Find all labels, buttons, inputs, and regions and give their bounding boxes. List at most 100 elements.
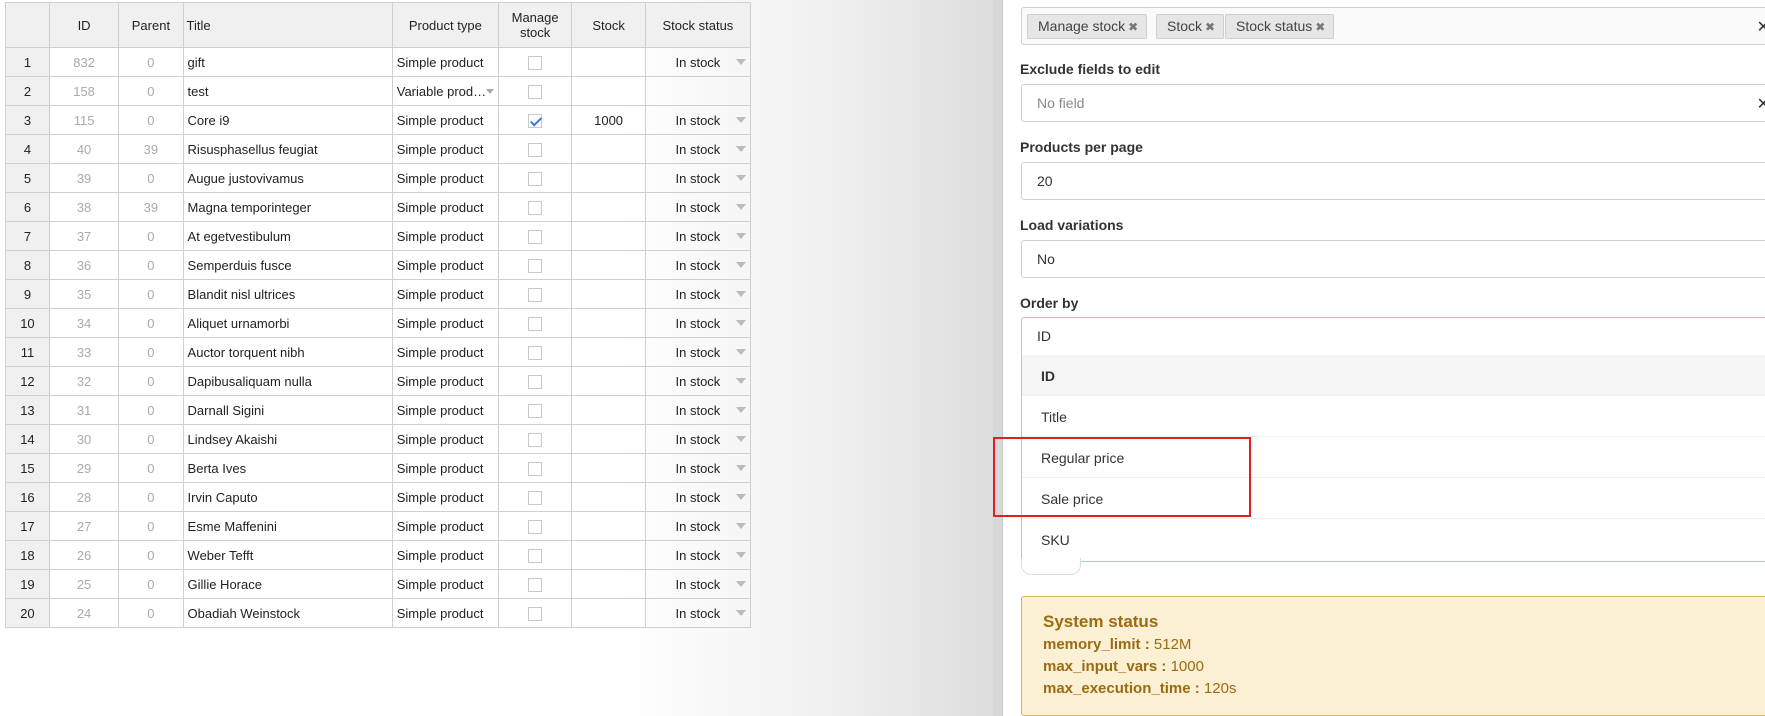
cell-title[interactable]: Augue justovivamus [182,163,393,193]
cell-manage-stock[interactable] [497,511,573,541]
cell-id[interactable]: 38 [48,192,120,222]
manage-stock-checkbox[interactable] [528,84,543,99]
cell-manage-stock[interactable] [497,192,573,222]
manage-stock-checkbox[interactable] [528,113,543,128]
chevron-down-icon[interactable] [736,233,746,239]
cell-product-type[interactable]: Simple product [391,105,499,135]
cell-stock-status[interactable]: In stock [644,134,752,164]
remove-tag-icon[interactable]: ✖ [1205,20,1215,34]
cell-stock-status[interactable]: In stock [644,366,752,396]
cell-stock[interactable] [571,453,646,483]
cell-stock[interactable] [571,308,646,338]
cell-id[interactable]: 25 [48,569,120,599]
cell-manage-stock[interactable] [497,482,573,512]
row-number[interactable]: 19 [5,569,50,599]
manage-stock-checkbox[interactable] [528,171,543,186]
cell-parent[interactable]: 0 [118,424,184,454]
row-number[interactable]: 9 [5,279,50,309]
cell-stock[interactable] [571,482,646,512]
order-option-id[interactable]: ID [1022,355,1765,396]
cell-title[interactable]: Blandit nisl ultrices [182,279,393,309]
cell-product-type[interactable]: Simple product [391,250,499,280]
row-number[interactable]: 3 [5,105,50,135]
manage-stock-checkbox[interactable] [528,316,543,331]
cell-manage-stock[interactable] [497,308,573,338]
cell-stock-status[interactable]: In stock [644,192,752,222]
manage-stock-checkbox[interactable] [528,577,543,592]
cell-parent[interactable]: 0 [118,337,184,367]
cell-id[interactable]: 37 [48,221,120,251]
cell-stock[interactable] [571,598,646,628]
cell-parent[interactable]: 0 [118,221,184,251]
cell-id[interactable]: 39 [48,163,120,193]
cell-title[interactable]: Berta Ives [182,453,393,483]
manage-stock-checkbox[interactable] [528,374,543,389]
cell-id[interactable]: 24 [48,598,120,628]
cell-stock-status[interactable]: In stock [644,250,752,280]
row-number[interactable]: 8 [5,250,50,280]
cell-title[interactable]: test [182,76,393,106]
manage-stock-checkbox[interactable] [528,55,543,70]
manage-stock-checkbox[interactable] [528,142,543,157]
cell-manage-stock[interactable] [497,279,573,309]
cell-title[interactable]: Weber Tefft [182,540,393,570]
row-number[interactable]: 20 [5,598,50,628]
row-number[interactable]: 2 [5,76,50,106]
chevron-down-icon[interactable] [736,465,746,471]
cell-id[interactable]: 33 [48,337,120,367]
cell-title[interactable]: gift [182,47,393,77]
cell-id[interactable]: 115 [48,105,120,135]
clear-exclude-icon[interactable]: ✕ [1757,94,1765,114]
cell-title[interactable]: Obadiah Weinstock [182,598,393,628]
row-number[interactable]: 13 [5,395,50,425]
manage-stock-checkbox[interactable] [528,548,543,563]
cell-id[interactable]: 34 [48,308,120,338]
cell-product-type[interactable]: Simple product [391,540,499,570]
chevron-down-icon[interactable] [736,262,746,268]
cell-parent[interactable]: 0 [118,598,184,628]
cell-manage-stock[interactable] [497,47,573,77]
row-number[interactable]: 18 [5,540,50,570]
cell-id[interactable]: 26 [48,540,120,570]
cell-title[interactable]: Auctor torquent nibh [182,337,393,367]
manage-stock-checkbox[interactable] [528,432,543,447]
cell-stock[interactable] [571,192,646,222]
cell-title[interactable]: Semperduis fusce [182,250,393,280]
cell-title[interactable]: Darnall Sigini [182,395,393,425]
cell-manage-stock[interactable] [497,453,573,483]
cell-manage-stock[interactable] [497,221,573,251]
cell-stock[interactable] [571,279,646,309]
chevron-down-icon[interactable] [736,349,746,355]
cell-parent[interactable]: 0 [118,76,184,106]
chevron-down-icon[interactable] [485,89,494,94]
cell-stock-status[interactable]: In stock [644,511,752,541]
cell-stock[interactable] [571,134,646,164]
cell-id[interactable]: 40 [48,134,120,164]
manage-stock-checkbox[interactable] [528,258,543,273]
manage-stock-checkbox[interactable] [528,200,543,215]
cell-parent[interactable]: 0 [118,163,184,193]
row-number[interactable]: 5 [5,163,50,193]
cell-stock[interactable] [571,540,646,570]
cell-id[interactable]: 158 [48,76,120,106]
cell-manage-stock[interactable] [497,163,573,193]
cell-id[interactable]: 27 [48,511,120,541]
column-header-stock-status[interactable]: Stock status [644,2,752,48]
row-number[interactable]: 11 [5,337,50,367]
cell-id[interactable]: 30 [48,424,120,454]
cell-stock-status[interactable]: In stock [644,453,752,483]
cell-stock[interactable] [571,511,646,541]
chevron-down-icon[interactable] [736,117,746,123]
cell-parent[interactable]: 0 [118,511,184,541]
row-number[interactable]: 15 [5,453,50,483]
cell-product-type[interactable]: Simple product [391,395,499,425]
row-number[interactable]: 16 [5,482,50,512]
chevron-down-icon[interactable] [736,320,746,326]
cell-parent[interactable]: 0 [118,540,184,570]
cell-stock[interactable] [571,424,646,454]
column-header-id[interactable]: ID [48,2,120,48]
cell-parent[interactable]: 0 [118,482,184,512]
column-header-parent[interactable]: Parent [118,2,184,48]
manage-stock-checkbox[interactable] [528,606,543,621]
cell-manage-stock[interactable] [497,569,573,599]
